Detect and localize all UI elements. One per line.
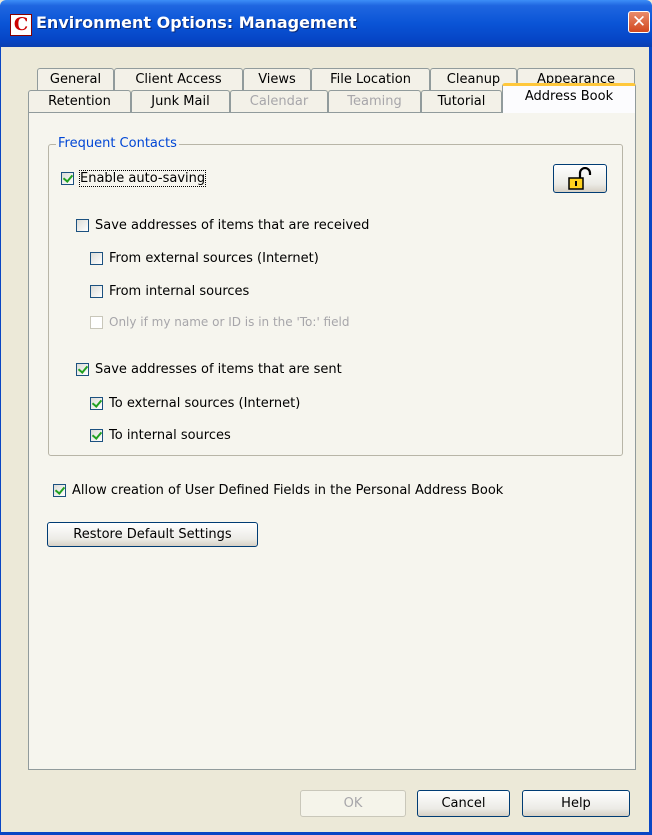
only-if-name-label: Only if my name or ID is in the 'To:' fi… — [109, 315, 350, 329]
sent-external-checkbox[interactable]: To external sources (Internet) — [90, 396, 300, 411]
checkbox-icon[interactable] — [90, 252, 103, 265]
tab-file-location[interactable]: File Location — [311, 68, 430, 90]
restore-default-settings-button[interactable]: Restore Default Settings — [47, 522, 258, 547]
save-received-label: Save addresses of items that are receive… — [95, 218, 370, 233]
tab-general[interactable]: General — [37, 68, 114, 90]
checkbox-checked-icon[interactable] — [61, 172, 74, 185]
checkbox-checked-icon[interactable] — [90, 397, 103, 410]
lock-button[interactable] — [553, 164, 607, 193]
enable-auto-saving-checkbox[interactable]: Enable auto-saving — [61, 170, 207, 187]
tab-tutorial[interactable]: Tutorial — [421, 90, 502, 112]
sent-external-label: To external sources (Internet) — [109, 396, 301, 411]
allow-user-fields-checkbox[interactable]: Allow creation of User Defined Fields in… — [53, 483, 503, 498]
app-icon[interactable]: C — [10, 14, 32, 36]
tab-retention[interactable]: Retention — [28, 90, 131, 112]
checkbox-checked-icon[interactable] — [53, 484, 66, 497]
frequent-contacts-title: Frequent Contacts — [56, 136, 179, 152]
close-icon: ✕ — [631, 12, 647, 32]
enable-auto-saving-label: Enable auto-saving — [78, 170, 207, 187]
save-sent-label: Save addresses of items that are sent — [95, 362, 342, 377]
checkbox-icon[interactable] — [76, 219, 89, 232]
tab-address-book[interactable]: Address Book — [502, 83, 636, 113]
tab-client-access[interactable]: Client Access — [114, 68, 243, 90]
window-title: Environment Options: Management — [36, 13, 357, 32]
received-external-label: From external sources (Internet) — [109, 251, 319, 266]
unlocked-padlock-icon — [568, 167, 592, 190]
checkbox-icon — [90, 315, 103, 329]
sent-internal-checkbox[interactable]: To internal sources — [90, 428, 231, 443]
received-internal-label: From internal sources — [109, 284, 250, 299]
ok-button[interactable]: OK — [300, 790, 406, 817]
save-received-checkbox[interactable]: Save addresses of items that are receive… — [76, 218, 369, 233]
sent-internal-label: To internal sources — [109, 428, 231, 443]
received-internal-checkbox[interactable]: From internal sources — [90, 284, 249, 299]
received-external-checkbox[interactable]: From external sources (Internet) — [90, 251, 319, 266]
app-icon-letter: C — [13, 14, 29, 35]
tab-views[interactable]: Views — [243, 68, 311, 90]
checkbox-checked-icon[interactable] — [90, 429, 103, 442]
help-button[interactable]: Help — [522, 790, 630, 817]
only-if-name-checkbox: Only if my name or ID is in the 'To:' fi… — [90, 315, 349, 329]
cancel-button[interactable]: Cancel — [417, 790, 510, 817]
tab-calendar: Calendar — [230, 90, 328, 112]
tab-teaming: Teaming — [328, 90, 421, 112]
tab-junk-mail[interactable]: Junk Mail — [131, 90, 230, 112]
checkbox-icon[interactable] — [90, 285, 103, 298]
close-button[interactable]: ✕ — [628, 11, 650, 33]
save-sent-checkbox[interactable]: Save addresses of items that are sent — [76, 362, 342, 377]
allow-user-fields-label: Allow creation of User Defined Fields in… — [72, 483, 504, 498]
checkbox-checked-icon[interactable] — [76, 363, 89, 376]
title-bar[interactable]: C Environment Options: Management ✕ — [0, 0, 652, 47]
